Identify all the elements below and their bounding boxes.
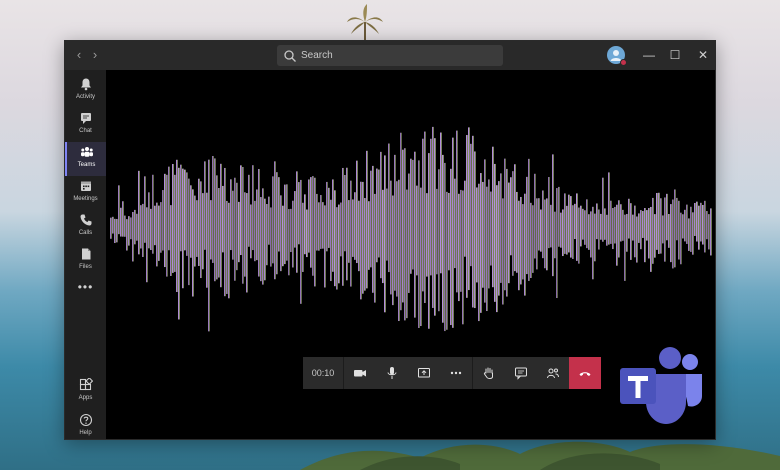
hang-up-button[interactable] — [569, 357, 601, 389]
help-icon — [79, 413, 92, 427]
sidebar-item-label: Calls — [78, 230, 93, 236]
sidebar-item-activity[interactable]: Activity — [65, 74, 106, 108]
chevron-left-icon[interactable]: ‹ — [71, 47, 87, 63]
maximize-icon[interactable]: ☐ — [667, 47, 683, 63]
call-timer: 00:10 — [303, 357, 343, 389]
sidebar-item-label: Activity — [75, 94, 95, 100]
sidebar-item-calls[interactable]: Calls — [65, 210, 106, 244]
camera-button[interactable] — [344, 357, 376, 389]
sidebar-item-chat[interactable]: Chat — [65, 108, 106, 142]
sidebar-item-files[interactable]: Files — [65, 244, 106, 278]
camera-icon — [354, 370, 366, 377]
title-bar: ‹ › Search — ☐ ✕ — [65, 41, 715, 70]
sidebar-item-label: Meetings — [73, 196, 98, 202]
show-conversation-button[interactable] — [505, 357, 537, 389]
call-controls: 00:10 — [303, 357, 601, 389]
sidebar-item-label: Apps — [78, 395, 93, 401]
more-apps-button[interactable]: ••• — [65, 280, 106, 294]
microphone-icon — [387, 367, 397, 379]
sidebar-item-apps[interactable]: Apps — [65, 375, 106, 409]
minimize-icon[interactable]: — — [641, 47, 657, 63]
search-icon — [284, 49, 296, 62]
mic-button[interactable] — [376, 357, 408, 389]
search-placeholder: Search — [301, 50, 333, 61]
plant-decoration-top — [347, 4, 383, 40]
app-bar: Activity Chat Teams Meetings Calls Files… — [65, 70, 106, 439]
hang-up-icon — [579, 372, 591, 376]
chevron-right-icon[interactable]: › — [87, 47, 103, 63]
sidebar-item-label: Teams — [77, 162, 96, 168]
chat-icon — [80, 113, 91, 124]
sidebar-item-label: Files — [79, 264, 92, 270]
participants-icon — [547, 368, 559, 379]
share-screen-button[interactable] — [408, 357, 440, 389]
avatar[interactable] — [607, 46, 627, 66]
sidebar-item-label: Chat — [79, 128, 92, 134]
conversation-icon — [515, 367, 527, 380]
teams-icon — [80, 147, 93, 157]
teams-window: ‹ › Search — ☐ ✕ Activity Chat Teams Mee… — [64, 40, 716, 440]
sidebar-item-meetings[interactable]: Meetings — [65, 176, 106, 210]
sidebar-item-label: Help — [79, 430, 92, 436]
bell-icon — [80, 78, 91, 91]
plant-decoration-bottom — [300, 441, 780, 470]
show-participants-button[interactable] — [537, 357, 569, 389]
more-icon — [450, 371, 462, 375]
calendar-icon — [80, 181, 91, 191]
status-badge — [620, 59, 627, 66]
search-input[interactable]: Search — [277, 45, 503, 66]
raise-hand-button[interactable] — [473, 357, 505, 389]
more-actions-button[interactable] — [440, 357, 472, 389]
hand-icon — [483, 367, 493, 379]
phone-icon — [80, 214, 91, 226]
close-icon[interactable]: ✕ — [695, 47, 711, 63]
sidebar-item-teams[interactable]: Teams — [65, 142, 106, 176]
apps-icon — [79, 378, 93, 391]
microsoft-teams-logo — [620, 347, 702, 424]
sidebar-item-help[interactable]: Help — [65, 410, 106, 444]
share-screen-icon — [418, 368, 430, 378]
file-icon — [81, 248, 90, 260]
